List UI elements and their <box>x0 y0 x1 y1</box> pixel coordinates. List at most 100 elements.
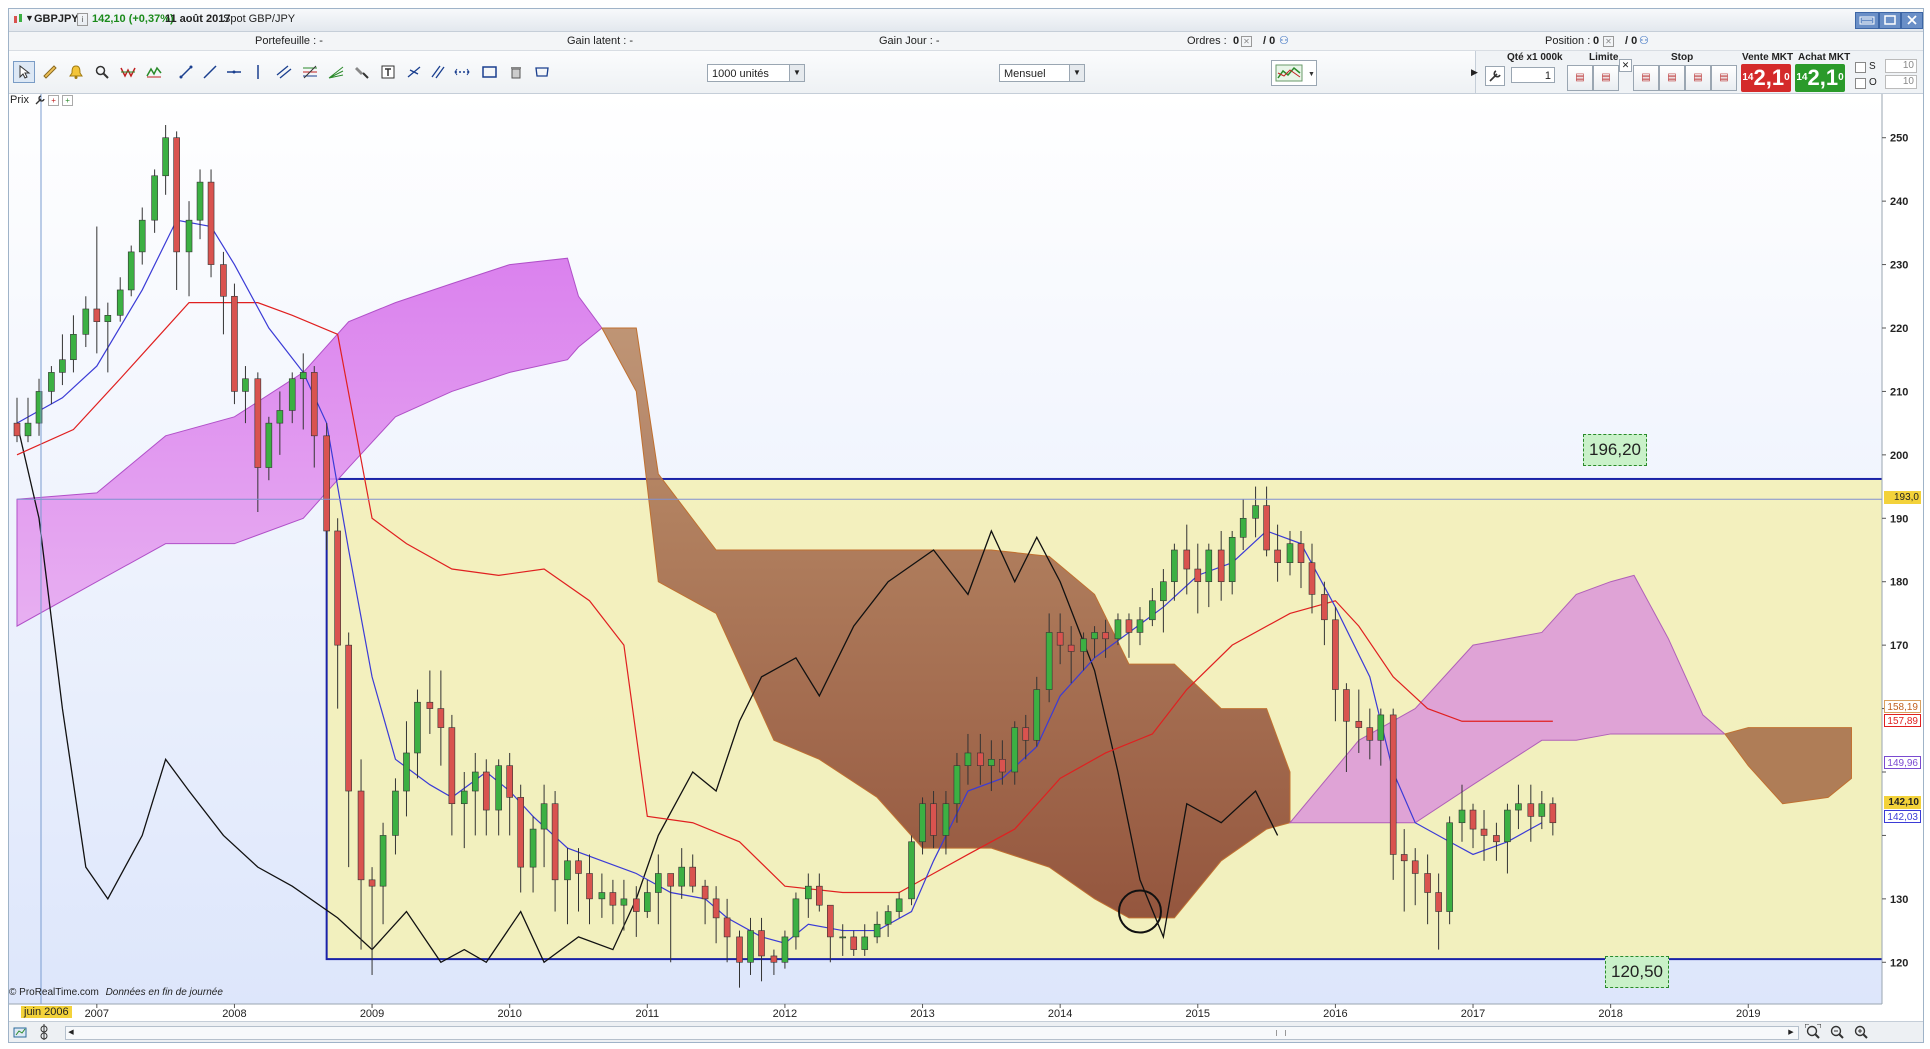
app-window: ▼ GBPJPY i 142,10 (+0,37%) 11 août 2017 … <box>8 8 1924 1043</box>
candle-bear <box>1355 720 1363 728</box>
low-level-label[interactable]: 120,50 <box>1605 956 1669 988</box>
buy-market-button[interactable]: 142,10 <box>1795 64 1845 92</box>
instrument-name: Spot GBP/JPY <box>223 13 296 25</box>
candle-bear <box>1366 727 1374 741</box>
chart-type-icon[interactable] <box>13 13 23 25</box>
ordres-clear-icon[interactable]: ✕ <box>1241 36 1252 47</box>
candle-bull <box>792 898 800 938</box>
y-tick-label: 190 <box>1890 513 1908 525</box>
vertical-line-tool-icon[interactable] <box>247 61 269 83</box>
candle-bull <box>392 790 399 836</box>
candle-bear <box>220 264 227 297</box>
price-tag-kumo-b: 149,96 <box>1884 756 1921 769</box>
portefeuille-text: Portefeuille : - <box>255 35 323 47</box>
magnet-tool-icon[interactable] <box>351 61 373 83</box>
candle-bear <box>999 759 1006 773</box>
alert-bell-icon[interactable] <box>65 61 87 83</box>
units-select[interactable]: 1000 unités ▼ <box>707 64 805 82</box>
horizontal-line-tool-icon[interactable] <box>223 61 245 83</box>
panel-add-icon[interactable]: + <box>62 95 74 106</box>
pointer-tool-icon[interactable] <box>13 61 35 83</box>
price-chart[interactable]: 120 130 170 180 190 200 210 220 230 240 250 2007 200… <box>9 94 1923 1019</box>
candle-bear <box>13 422 21 437</box>
candle-bull <box>1033 689 1041 741</box>
candle-bear <box>482 771 490 811</box>
trash-icon[interactable] <box>505 61 527 83</box>
scroll-left-icon[interactable]: ◀ <box>66 1027 76 1039</box>
o-checkbox[interactable] <box>1855 78 1866 89</box>
high-level-label[interactable]: 196,20 <box>1583 434 1647 466</box>
parallel-lines-icon[interactable] <box>427 61 449 83</box>
s-checkbox[interactable] <box>1855 62 1866 73</box>
y-tick-label: 240 <box>1890 196 1908 208</box>
position-link-icon[interactable]: ⚇ <box>1639 34 1649 47</box>
candle-bull <box>1446 822 1453 912</box>
zoom-fit-icon[interactable] <box>1804 1023 1822 1040</box>
stop-buy2-button[interactable]: ▤ <box>1685 65 1711 91</box>
period-select[interactable]: Mensuel ▼ <box>999 64 1085 82</box>
limit-sell-button[interactable]: ▤ <box>1593 65 1619 91</box>
candle-bull <box>1080 638 1087 652</box>
chart-area[interactable]: 120 130 170 180 190 200 210 220 230 240 250 2007 200… <box>9 94 1923 1019</box>
s-input[interactable]: 10 <box>1885 59 1917 73</box>
stop-sell-button[interactable]: ▤ <box>1659 65 1685 91</box>
y-tick-label: 120 <box>1890 957 1908 969</box>
symbol-label[interactable]: GBPJPY <box>34 13 79 25</box>
horizontal-scrollbar[interactable]: ◀ ▶ <box>65 1026 1799 1040</box>
dotted-line-tool-icon[interactable] <box>451 61 473 83</box>
candle-bull <box>196 181 204 221</box>
credit-note: Données en fin de journée <box>105 987 223 998</box>
stop-buy-button[interactable]: ▤ <box>1633 65 1659 91</box>
order-panel-collapse-icon[interactable]: ▶ <box>1471 67 1478 78</box>
candle-bull <box>162 137 169 177</box>
stop-sell2-button[interactable]: ▤ <box>1711 65 1737 91</box>
wave-tool-icon[interactable] <box>143 61 165 83</box>
fan-tool-icon[interactable] <box>325 61 347 83</box>
indicators-button[interactable]: ▼ <box>1271 60 1317 86</box>
position-clear-icon[interactable]: ✕ <box>1603 36 1614 47</box>
o-input[interactable]: 10 <box>1885 75 1917 89</box>
qty-input[interactable]: 1 <box>1511 67 1555 83</box>
pattern-tool-icon[interactable] <box>117 61 139 83</box>
zoom-in-icon[interactable] <box>1853 1024 1869 1040</box>
zoom-tool-icon[interactable] <box>91 61 113 83</box>
cross-segments-icon[interactable] <box>403 61 425 83</box>
trendline-tool-icon[interactable] <box>199 61 221 83</box>
window-restore-icon[interactable] <box>1879 12 1901 29</box>
keyboard-icon[interactable] <box>1855 12 1879 29</box>
zoom-out-icon[interactable] <box>1829 1024 1845 1040</box>
ellipse-tool-icon[interactable] <box>531 61 553 83</box>
close-icon[interactable] <box>1901 12 1923 29</box>
price-tag-tenkan: 142,03 <box>1884 810 1921 823</box>
info-icon[interactable]: i <box>77 13 88 26</box>
fibonacci-tool-icon[interactable] <box>299 61 321 83</box>
candle-bear <box>1400 854 1408 862</box>
symbol-dropdown-icon[interactable]: ▼ <box>25 13 34 23</box>
candle-bull <box>747 930 754 963</box>
candle-bull <box>460 790 468 805</box>
panel-remove-icon[interactable]: + <box>48 95 60 106</box>
text-tool-icon[interactable] <box>377 61 399 83</box>
wrench-icon[interactable] <box>1485 66 1505 86</box>
candle-bear <box>323 435 330 532</box>
candle-bull <box>839 936 847 939</box>
x-tick-label: 2009 <box>360 1008 384 1019</box>
x-axis-panel <box>9 1004 1923 1019</box>
ruler-tool-icon[interactable] <box>39 61 61 83</box>
ordres-link-icon[interactable]: ⚇ <box>1279 34 1289 47</box>
sell-market-button[interactable]: 142,10 <box>1741 64 1791 92</box>
panel-settings-wrench-icon[interactable] <box>35 95 45 105</box>
candle-bull <box>678 866 686 887</box>
scroll-thumb-grip[interactable] <box>1276 1030 1286 1036</box>
candle-bull <box>59 359 66 373</box>
crosshair-icon[interactable] <box>37 1024 53 1040</box>
rectangle-tool-icon[interactable] <box>479 61 501 83</box>
limite-clear-icon[interactable]: ✕ <box>1619 59 1632 72</box>
limit-buy-button[interactable]: ▤ <box>1567 65 1593 91</box>
candle-bear <box>173 137 180 253</box>
channel-tool-icon[interactable] <box>273 61 295 83</box>
scroll-right-icon[interactable]: ▶ <box>1786 1027 1796 1039</box>
segment-tool-icon[interactable] <box>175 61 197 83</box>
candle-bear <box>368 879 376 887</box>
link-chart-icon[interactable] <box>13 1024 29 1040</box>
